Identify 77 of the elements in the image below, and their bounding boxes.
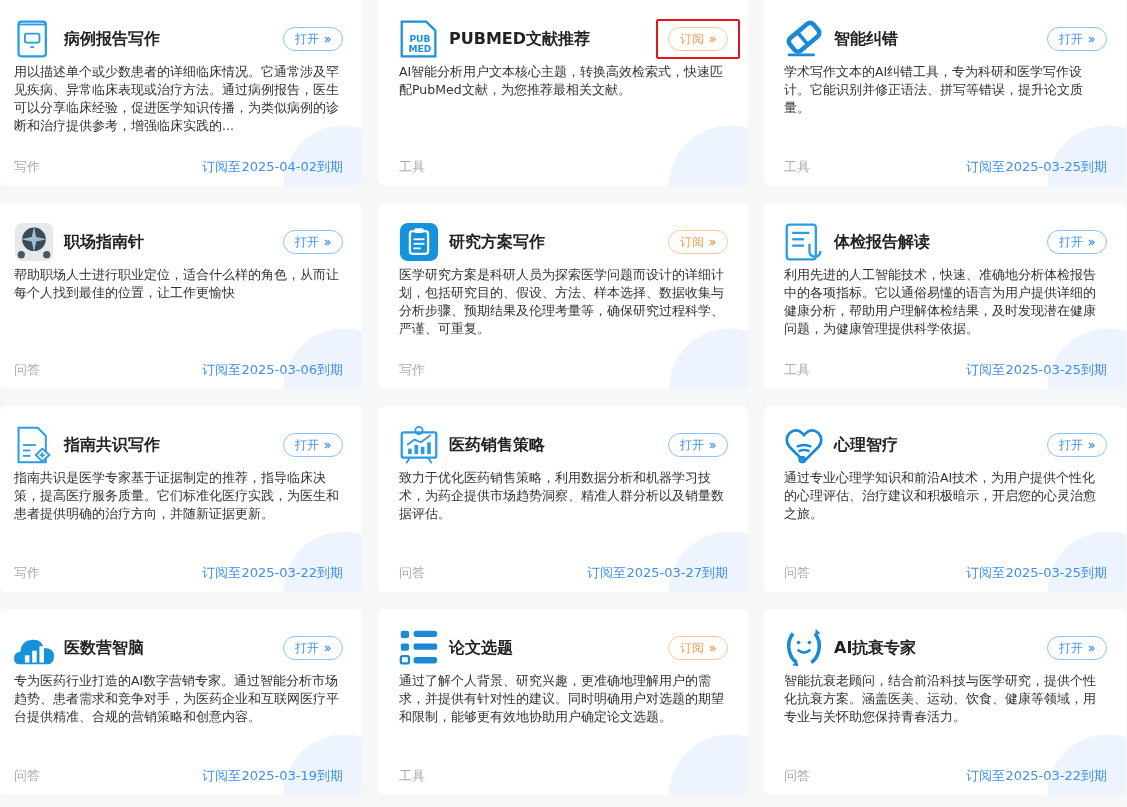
open-button[interactable]: 打开: [1047, 230, 1107, 254]
double-chevron-icon: [709, 644, 716, 652]
category-label: 问答: [14, 767, 40, 785]
clipboard-icon: [399, 222, 439, 262]
card-description: 用以描述单个或少数患者的详细临床情况。它通常涉及罕见疾病、异常临床表现或治疗方法。通过病例报告，医生可以分享临床经验，促进医学知识传播，为类似病例的诊断和治疗提供参考，增强临床实践的...: [14, 63, 340, 135]
subscribe-button[interactable]: 订阅: [668, 27, 728, 51]
card-title: 体检报告解读: [834, 231, 931, 253]
expiry-date: 订阅至2025-03-19到期: [202, 767, 343, 785]
card-title: 论文选题: [449, 637, 514, 659]
card-title: AI抗衰专家: [834, 637, 918, 659]
double-chevron-icon: [1088, 441, 1095, 449]
double-chevron-icon: [1088, 238, 1095, 246]
expiry-date: 订阅至2025-03-25到期: [966, 361, 1107, 379]
expiry-date: 订阅至2025-03-22到期: [966, 767, 1107, 785]
card-title: 心理智疗: [834, 434, 899, 456]
category-label: 问答: [784, 564, 810, 582]
category-label: 写作: [14, 564, 40, 582]
double-chevron-icon: [324, 35, 331, 43]
category-label: 工具: [784, 361, 810, 379]
card-title: PUBMED文献推荐: [449, 28, 592, 50]
category-label: 写作: [399, 361, 425, 379]
card-title: 病例报告写作: [64, 28, 161, 50]
open-button[interactable]: 打开: [283, 230, 343, 254]
double-chevron-icon: [324, 238, 331, 246]
expiry-date: 订阅至2025-03-22到期: [202, 564, 343, 582]
expiry-date: 订阅至2025-04-02到期: [202, 158, 343, 176]
double-chevron-icon: [709, 441, 716, 449]
double-chevron-icon: [709, 35, 716, 43]
open-button[interactable]: 打开: [1047, 636, 1107, 660]
category-label: 问答: [784, 767, 810, 785]
open-button[interactable]: 打开: [283, 636, 343, 660]
card-description: 智能抗衰老顾问，结合前沿科技与医学研究，提供个性化抗衰方案。涵盖医美、运动、饮食、健康等领域，用专业与关怀助您保持青春活力。: [784, 672, 1097, 726]
card-description: 指南共识是医学专家基于证据制定的推荐，指导临床决策，提高医疗服务质量。它们标准化医疗实践，为医生和患者提供明确的治疗方向，并随新证据更新。: [14, 469, 340, 523]
category-label: 工具: [399, 158, 425, 176]
card-description: 通过专业心理学知识和前沿AI技术，为用户提供个性化的心理评估、治疗建议和积极暗示，开启您的心灵治愈之旅。: [784, 469, 1097, 523]
checklist-icon: [399, 628, 439, 668]
card-description: 致力于优化医药销售策略，利用数据分析和机器学习技术，为药企提供市场趋势洞察、精准人群分析以及销量数据评估。: [399, 469, 725, 523]
card-title: 医药销售策略: [449, 434, 546, 456]
open-button[interactable]: 打开: [283, 433, 343, 457]
category-label: 工具: [399, 767, 425, 785]
category-label: 问答: [399, 564, 425, 582]
subscribe-button[interactable]: 订阅: [668, 636, 728, 660]
card-description: 帮助职场人士进行职业定位，适合什么样的角色，从而让每个人找到最佳的位置，让工作更愉快: [14, 266, 340, 302]
eraser-icon: [784, 19, 824, 59]
card-description: 专为医药行业打造的AI数字营销专家。通过智能分析市场趋势、患者需求和竞争对手，为医药企业和互联网医疗平台提供精准、合规的营销策略和创意内容。: [14, 672, 340, 726]
card-title: 指南共识写作: [64, 434, 161, 456]
card-title: 医数营智脑: [64, 637, 145, 659]
card-description: 医学研究方案是科研人员为探索医学问题而设计的详细计划，包括研究目的、假设、方法、样本选择、数据收集与分析步骤、预期结果及伦理考量等，确保研究过程科学、严谨、可重复。: [399, 266, 725, 338]
category-label: 写作: [14, 158, 40, 176]
double-chevron-icon: [324, 644, 331, 652]
medical-report-icon: [784, 222, 824, 262]
category-label: 问答: [14, 361, 40, 379]
double-chevron-icon: [1088, 35, 1095, 43]
open-button[interactable]: 打开: [283, 27, 343, 51]
card-title: 研究方案写作: [449, 231, 546, 253]
expiry-date: 订阅至2025-03-27到期: [587, 564, 728, 582]
category-label: 工具: [784, 158, 810, 176]
card-title: 智能纠错: [834, 28, 899, 50]
card-description: 利用先进的人工智能技术，快速、准确地分析体检报告中的各项指标。它以通俗易懂的语言为用户提供详细的健康分析，帮助用户理解体检结果，及时发现潜在健康问题，为健康管理提供科学依据。: [784, 266, 1097, 338]
compass-icon: [14, 222, 54, 262]
face-arrows-icon: [784, 628, 824, 668]
expiry-date: 订阅至2025-03-06到期: [202, 361, 343, 379]
expiry-date: 订阅至2025-03-25到期: [966, 158, 1107, 176]
pubmed-logo-icon: PUB MED: [399, 19, 439, 59]
double-chevron-icon: [324, 441, 331, 449]
card-description: 通过了解个人背景、研究兴趣，更准确地理解用户的需求，并提供有针对性的建议。同时明确用户对选题的期望和限制，能够更有效地协助用户确定论文选题。: [399, 672, 725, 726]
double-chevron-icon: [709, 238, 716, 246]
card-description: 学术写作文本的AI纠错工具，专为科研和医学写作设计。它能识别并修正语法、拼写等错误，提升论文质量。: [784, 63, 1084, 117]
open-button[interactable]: 打开: [668, 433, 728, 457]
expiry-date: 订阅至2025-03-25到期: [966, 564, 1107, 582]
chart-board-icon: [399, 425, 439, 465]
open-button[interactable]: 打开: [1047, 433, 1107, 457]
card-title: 职场指南针: [64, 231, 145, 253]
card-description: AI智能分析用户文本核心主题，转换高效检索式，快速匹配PubMed文献，为您推荐最相关文献。: [399, 63, 725, 99]
subscribe-button[interactable]: 订阅: [668, 230, 728, 254]
double-chevron-icon: [1088, 644, 1095, 652]
open-button[interactable]: 打开: [1047, 27, 1107, 51]
